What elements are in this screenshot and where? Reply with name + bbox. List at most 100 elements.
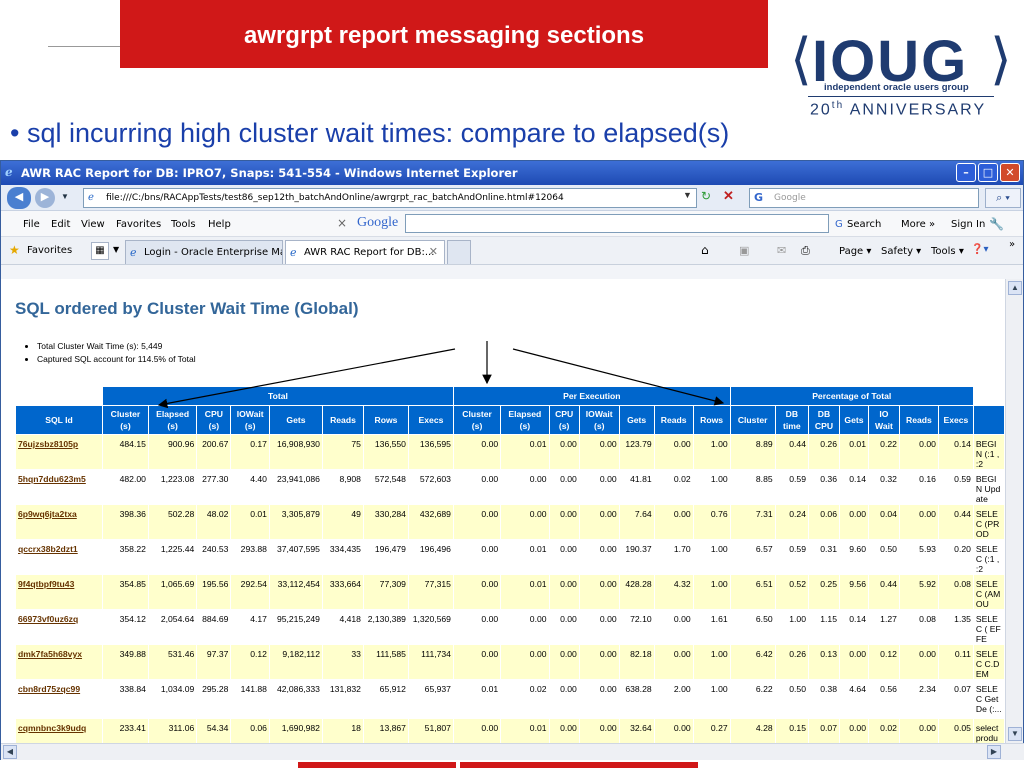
address-text: file:///C:/bns/RACAppTests/test86_sep12t… <box>106 193 564 203</box>
sql-id-link[interactable]: 9f4qtbpf9tu43 <box>16 575 102 609</box>
chevron-more-icon[interactable]: » <box>1009 239 1015 250</box>
sql-id-link[interactable]: cqmnbnc3k9udq <box>16 719 102 743</box>
cell-per-exec-0: 0.00 <box>453 645 501 679</box>
forward-button[interactable]: ▶ <box>35 188 55 208</box>
history-dropdown-icon[interactable]: ▼ <box>61 192 69 201</box>
cell-per-exec-3: 0.00 <box>579 435 619 469</box>
favorites-star-icon[interactable]: ★ <box>9 243 20 257</box>
menu-help[interactable]: Help <box>208 219 231 230</box>
cell-pct-5: 0.00 <box>899 435 938 469</box>
cell-per-exec-0: 0.00 <box>453 719 501 743</box>
col-pct-3: Gets <box>839 406 868 434</box>
cell-total-2: 240.53 <box>197 540 231 574</box>
google-more-button[interactable]: More » <box>901 219 935 230</box>
maximize-button[interactable]: □ <box>978 163 998 182</box>
tab-login-oracle[interactable]: ℯ Login - Oracle Enterprise Ma... <box>125 240 283 264</box>
cell-total-6: 77,309 <box>363 575 408 609</box>
cell-pct-2: 0.06 <box>809 505 839 539</box>
cell-pct-1: 0.26 <box>775 645 808 679</box>
google-sign-in-link[interactable]: Sign In <box>951 219 985 230</box>
table-row: qccrx38b2dzt1 358.22 1,225.44 240.53 293.88 3… <box>16 540 1004 574</box>
cell-per-exec-0: 0.00 <box>453 505 501 539</box>
cell-per-exec-4: 41.81 <box>619 470 654 504</box>
cell-per-exec-3: 0.00 <box>579 505 619 539</box>
google-search-button[interactable]: Search <box>847 219 881 230</box>
sql-id-link[interactable]: 66973vf0uz6zq <box>16 610 102 644</box>
refresh-icon[interactable]: ↻ <box>701 189 711 203</box>
sql-id-link[interactable]: 6p9wq6jta2txa <box>16 505 102 539</box>
cell-total-3: 4.40 <box>231 470 269 504</box>
safety-menu[interactable]: Safety ▾ <box>881 246 921 257</box>
search-go-button[interactable]: ⌕ ▾ <box>985 188 1021 208</box>
sql-id-link[interactable]: cbn8rd75zqc99 <box>16 680 102 718</box>
tab-awr-report[interactable]: ℯ AWR RAC Report for DB:... ✕ <box>285 240 445 264</box>
print-icon[interactable]: ⎙ <box>801 244 810 258</box>
menu-view[interactable]: View <box>81 219 105 230</box>
cell-per-exec-2: 0.00 <box>549 505 579 539</box>
google-toolbar-logo: Google <box>357 215 399 230</box>
tab-list-dropdown-icon[interactable]: ▼ <box>113 245 119 254</box>
cluster-wait-table: Total Per Execution Percentage of Total … <box>15 386 1005 743</box>
cell-per-exec-0: 0.00 <box>453 540 501 574</box>
page-menu[interactable]: Page ▾ <box>839 246 871 257</box>
back-button[interactable]: ◀ <box>7 187 31 209</box>
horizontal-scrollbar[interactable]: ◀ ▶ <box>1 743 1024 760</box>
feeds-icon[interactable]: ▣ <box>739 244 749 257</box>
sql-id-link[interactable]: dmk7fa5h68vyx <box>16 645 102 679</box>
sql-id-link[interactable]: 5hqn7ddu623m5 <box>16 470 102 504</box>
cell-pct-1: 0.15 <box>775 719 808 743</box>
cell-total-5: 75 <box>322 435 363 469</box>
cell-pct-2: 0.25 <box>809 575 839 609</box>
close-button[interactable]: ✕ <box>1000 163 1020 182</box>
search-input[interactable]: G Google <box>749 188 979 208</box>
scroll-left-icon[interactable]: ◀ <box>3 745 17 759</box>
tab-page-icon: ℯ <box>290 246 297 259</box>
table-row: 5hqn7ddu623m5 482.00 1,223.08 277.30 4.40 23,… <box>16 470 1004 504</box>
wrench-icon[interactable]: 🔧 <box>989 217 1004 231</box>
cell-per-exec-1: 0.01 <box>501 575 549 609</box>
cell-pct-3: 0.00 <box>839 719 868 743</box>
tab-close-icon[interactable]: ✕ <box>429 245 438 258</box>
new-tab-button[interactable] <box>447 240 471 264</box>
cell-per-exec-1: 0.00 <box>501 505 549 539</box>
cell-pct-1: 0.52 <box>775 575 808 609</box>
cell-total-2: 200.67 <box>197 435 231 469</box>
address-dropdown-icon[interactable]: ▼ <box>683 190 692 200</box>
cell-pct-4: 1.27 <box>868 610 899 644</box>
minimize-button[interactable]: – <box>956 163 976 182</box>
menu-edit[interactable]: Edit <box>51 219 70 230</box>
vertical-scrollbar[interactable]: ▲ ▼ <box>1005 279 1023 743</box>
scroll-right-icon[interactable]: ▶ <box>987 745 1001 759</box>
menu-file[interactable]: File <box>23 219 40 230</box>
cell-per-exec-6: 1.61 <box>693 610 730 644</box>
tools-menu[interactable]: Tools ▾ <box>931 246 964 257</box>
quick-tabs-icon[interactable]: ▦ <box>91 242 109 260</box>
scroll-down-icon[interactable]: ▼ <box>1008 727 1022 741</box>
favorites-button[interactable]: Favorites <box>27 245 72 256</box>
cell-pct-0: 6.51 <box>730 575 775 609</box>
search-placeholder: Google <box>774 193 806 203</box>
cell-total-0: 354.85 <box>103 575 148 609</box>
cell-per-exec-2: 0.00 <box>549 645 579 679</box>
group-total: Total <box>103 387 453 405</box>
menu-favorites[interactable]: Favorites <box>116 219 161 230</box>
menu-tools[interactable]: Tools <box>171 219 196 230</box>
cell-per-exec-2: 0.00 <box>549 435 579 469</box>
google-toolbar-input[interactable] <box>405 214 829 233</box>
scroll-up-icon[interactable]: ▲ <box>1008 281 1022 295</box>
sql-id-link[interactable]: 76ujzsbz8105p <box>16 435 102 469</box>
cell-total-7: 572,603 <box>408 470 453 504</box>
cell-per-exec-6: 0.76 <box>693 505 730 539</box>
sql-id-link[interactable]: qccrx38b2dzt1 <box>16 540 102 574</box>
group-per-execution: Per Execution <box>453 387 730 405</box>
help-icon[interactable]: ❓▾ <box>971 244 988 255</box>
address-input[interactable]: ℯ file:///C:/bns/RACAppTests/test86_sep1… <box>83 188 697 208</box>
home-icon[interactable]: ⌂ <box>701 243 709 257</box>
col-sql-id: SQL Id <box>16 406 102 434</box>
mail-icon[interactable]: ✉ <box>777 244 786 257</box>
cell-total-7: 77,315 <box>408 575 453 609</box>
stop-icon[interactable]: ✕ <box>723 188 734 204</box>
google-toolbar-close-icon[interactable]: × <box>337 216 347 230</box>
cell-total-1: 1,223.08 <box>148 470 197 504</box>
cell-per-exec-4: 82.18 <box>619 645 654 679</box>
